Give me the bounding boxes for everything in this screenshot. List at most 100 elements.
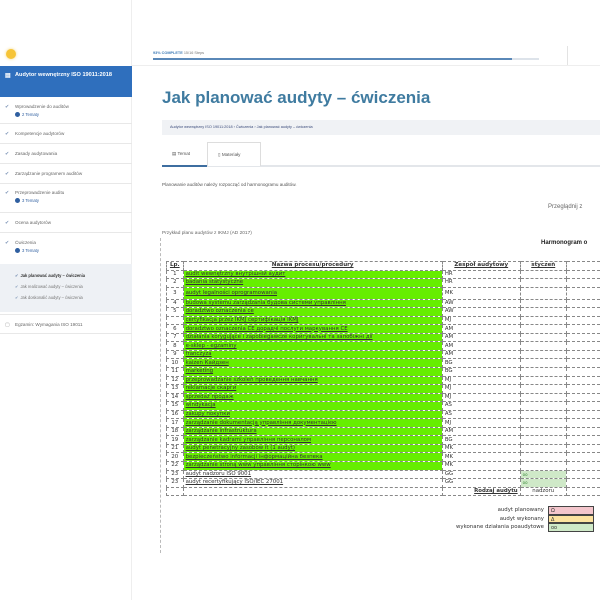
january-cell bbox=[519, 367, 567, 377]
table-row: 17 zarządzanie dokumentacją управління до… bbox=[166, 418, 600, 428]
check-icon: ✔ bbox=[5, 104, 10, 110]
topics-toggle[interactable]: 2 Tematy bbox=[15, 112, 132, 118]
january-cell bbox=[519, 286, 567, 300]
exam-icon: ▢ bbox=[5, 322, 10, 328]
logo[interactable] bbox=[6, 49, 16, 59]
sidebar-item-kompetencje[interactable]: ✔ Kompetencje audytorów bbox=[0, 124, 132, 144]
next-cell bbox=[565, 452, 600, 463]
header-name: Nazwa procesu/procedury bbox=[182, 261, 443, 271]
january-cell bbox=[519, 307, 567, 317]
january-cell: oo bbox=[519, 478, 567, 488]
next-cell bbox=[565, 324, 600, 334]
table-row: 18 zarządzanie infrastruktura AM bbox=[166, 426, 600, 437]
process-name: zakupy покупки bbox=[182, 409, 443, 420]
subitem-planowac[interactable]: ✔ Jak planować audyty – ćwiczenia bbox=[15, 273, 85, 278]
intro-text: Planowanie auditów należy rozpocząć od h… bbox=[162, 182, 297, 187]
sidebar-item-label: Kompetencje audytorów bbox=[15, 131, 65, 136]
january-cell bbox=[519, 392, 567, 403]
sidebar-item-wprowadzenie[interactable]: ✔ Wprowadzenie do auditów 2 Tematy bbox=[0, 98, 132, 124]
audit-team: BG bbox=[441, 435, 521, 445]
process-name: doradztwo oznaczenia CE дорадчі послуги … bbox=[182, 324, 443, 334]
audit-team: AW bbox=[441, 298, 521, 309]
audit-team: BG bbox=[441, 358, 521, 368]
process-name: reklamacje скарги bbox=[182, 384, 443, 394]
row-number: 4 bbox=[166, 298, 184, 309]
row-number: 2 bbox=[166, 278, 184, 288]
legend-swatch: Ω bbox=[548, 506, 594, 515]
row-number: 18 bbox=[166, 426, 184, 437]
january-cell bbox=[519, 324, 567, 334]
main-content: 93% COMPLETE 15/16 Steps Jak planować au… bbox=[132, 0, 600, 600]
tab-materialy[interactable]: ▯ Materiały bbox=[207, 142, 261, 166]
sheet-heading: Harmonogram o bbox=[541, 240, 588, 246]
next-cell bbox=[565, 469, 600, 480]
browse-link[interactable]: Przeglądnij z bbox=[548, 204, 582, 210]
sidebar-item-zasady[interactable]: ✔ Zasady audytowania bbox=[0, 144, 132, 164]
topics-toggle[interactable]: 3 Tematy bbox=[15, 248, 132, 254]
audit-team: HR bbox=[441, 278, 521, 288]
legend-label: audyt planowany bbox=[497, 507, 544, 513]
check-icon: ✔ bbox=[5, 190, 10, 196]
january-cell bbox=[519, 298, 567, 309]
next-cell bbox=[565, 461, 600, 471]
audit-team: AM bbox=[441, 341, 521, 351]
sidebar-item-cwiczenia[interactable]: ✔ Ćwiczenia 3 Tematy bbox=[0, 233, 132, 264]
row-number: 23 bbox=[166, 478, 184, 488]
sidebar-item-ocena[interactable]: ✔ Ocena audytorów bbox=[0, 213, 132, 233]
row-number: 17 bbox=[166, 418, 184, 428]
row-number: 1 bbox=[166, 269, 184, 280]
topics-toggle[interactable]: 3 Tematy bbox=[15, 198, 132, 204]
audit-team: MK bbox=[441, 461, 521, 471]
audit-team: MJ bbox=[441, 384, 521, 394]
legend-swatch: oo bbox=[548, 523, 594, 532]
table-row: 22 zarządzanie stroną www управління стор… bbox=[166, 461, 600, 471]
audit-team: MK bbox=[441, 286, 521, 300]
table-row: 6 doradztwo oznaczenia CE дорадчі послуги… bbox=[166, 324, 600, 334]
sidebar-item-przeprowadzenie[interactable]: ✔ Przeprowadzenie auditu 3 Tematy bbox=[0, 184, 132, 213]
january-cell bbox=[519, 443, 567, 454]
legend-label: audyt wykonany bbox=[499, 515, 544, 522]
next-cell bbox=[565, 358, 600, 368]
process-name: audyt recertyfikujący ISO/IEC 27001 bbox=[182, 478, 443, 488]
january-cell bbox=[519, 375, 567, 386]
sidebar-item-exam[interactable]: ▢ Egzamin: Wymagania ISO 19011 bbox=[0, 314, 132, 334]
sidebar-item-label: Zarządzanie programem auditów bbox=[15, 171, 83, 176]
tab-label: Materiały bbox=[221, 152, 241, 157]
audit-team: MJ bbox=[441, 375, 521, 386]
process-name: zarządzanie infrastruktura bbox=[182, 426, 443, 437]
subitem-doskonalic[interactable]: ✔ Jak doskonalić audyty – ćwiczenia bbox=[15, 295, 83, 300]
row-number: 3 bbox=[166, 286, 184, 300]
table-row: 20 bezpieczeństwo informacji інформаційна… bbox=[166, 452, 600, 463]
check-icon: ✔ bbox=[5, 171, 10, 177]
row-number: 8 bbox=[166, 341, 184, 351]
subitem-realizowac[interactable]: ✔ Jak realizować audyty – ćwiczenia bbox=[15, 284, 83, 289]
next-cell bbox=[565, 286, 600, 300]
next-cell bbox=[565, 278, 600, 288]
image-caption: Przykład planu audytów z IKMJ (AD 2017) bbox=[162, 231, 252, 236]
process-name: kaizen Кайдзен bbox=[182, 358, 443, 368]
sidebar-item-zarzadzanie[interactable]: ✔ Zarządzanie programem auditów bbox=[0, 164, 132, 184]
next-cell bbox=[565, 375, 600, 386]
audit-team: AS bbox=[441, 401, 521, 411]
tab-temat[interactable]: ▤ Temat bbox=[162, 142, 207, 167]
audit-team: MJ bbox=[441, 315, 521, 326]
table-row: 12 przeprowadzanie szkoleń проведення нав… bbox=[166, 375, 600, 386]
audit-team: MJ bbox=[441, 418, 521, 428]
table-row: 10 kaizen Кайдзен BG bbox=[166, 358, 600, 368]
course-header[interactable]: ▤ Audytor wewnętrzny ISO 19011:2018 ‹ bbox=[0, 66, 136, 97]
header-lp: Lp. bbox=[166, 261, 184, 271]
sidebar-item-label: Ocena audytorów bbox=[15, 220, 52, 225]
audit-team: AW bbox=[441, 307, 521, 317]
next-cell bbox=[565, 435, 600, 445]
legend-followup: wykonane działania poaudytowe oo bbox=[456, 523, 594, 532]
row-number: 19 bbox=[166, 435, 184, 445]
audit-team: BG bbox=[441, 367, 521, 377]
process-name: bezpieczeństwo informacji інформаційна б… bbox=[182, 452, 443, 463]
process-name: audyt nadzoru ISO 9001 bbox=[182, 469, 443, 480]
topics-count: 3 Tematy bbox=[22, 198, 39, 203]
footer-value: nadzoru bbox=[519, 486, 567, 497]
breadcrumb[interactable]: Audytor wewnętrzny ISO 19011:2018 › Ćwic… bbox=[162, 120, 600, 135]
table-row: 21 audyt penetracyjny zasobów it (1 audyt… bbox=[166, 443, 600, 454]
footer-label: Rodzaj audytu bbox=[441, 486, 521, 497]
book-icon: ▤ bbox=[5, 73, 11, 79]
